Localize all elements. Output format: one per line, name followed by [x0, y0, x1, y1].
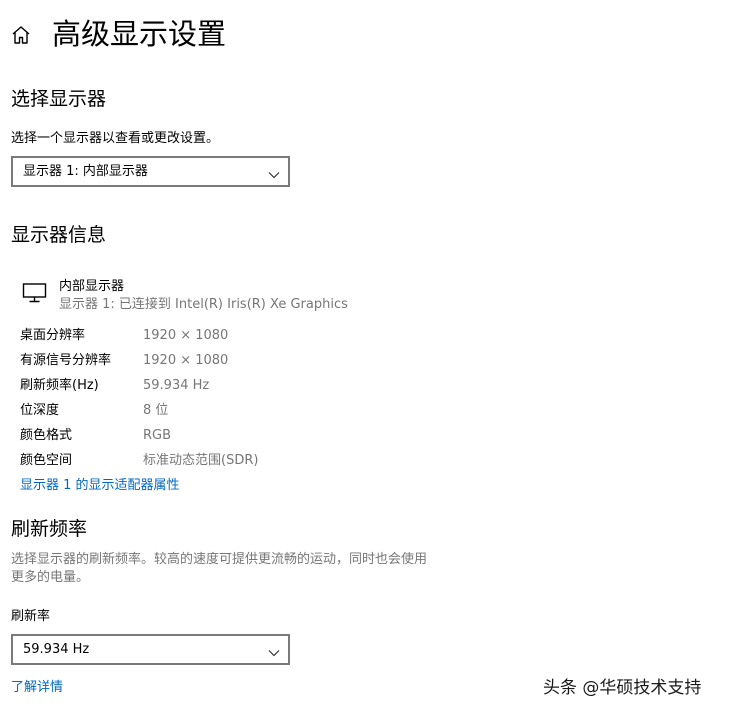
- refresh-rate-value: 59.934 Hz: [23, 642, 90, 657]
- chevron-down-icon: [268, 166, 280, 179]
- info-label-bit-depth: 位深度: [20, 403, 60, 418]
- info-value-desktop-resolution: 1920 × 1080: [143, 328, 229, 343]
- display-adapter-properties-link[interactable]: 显示器 1 的显示适配器属性: [20, 477, 180, 495]
- info-value-refresh-rate: 59.934 Hz: [143, 378, 210, 393]
- info-label-refresh-rate: 刷新频率(Hz): [20, 378, 99, 393]
- refresh-rate-field-label: 刷新率: [11, 609, 51, 624]
- info-label-color-format: 颜色格式: [20, 428, 73, 443]
- monitor-detail: 显示器 1: 已连接到 Intel(R) Iris(R) Xe Graphics: [59, 297, 348, 312]
- info-value-color-space: 标准动态范围(SDR): [143, 453, 259, 468]
- refresh-rate-dropdown[interactable]: 59.934 Hz: [11, 634, 290, 665]
- info-label-active-signal-resolution: 有源信号分辨率: [20, 353, 112, 368]
- chevron-down-icon: [268, 644, 280, 657]
- info-label-desktop-resolution: 桌面分辨率: [20, 328, 86, 343]
- display-select-dropdown[interactable]: 显示器 1: 内部显示器: [11, 156, 290, 187]
- monitor-icon: [22, 282, 48, 304]
- refresh-rate-description-line2: 更多的电量。: [11, 570, 90, 585]
- info-value-color-format: RGB: [143, 428, 172, 443]
- display-info-heading: 显示器信息: [11, 224, 107, 246]
- home-icon[interactable]: [10, 24, 32, 46]
- info-value-active-signal-resolution: 1920 × 1080: [143, 353, 229, 368]
- monitor-name: 内部显示器: [59, 279, 125, 294]
- refresh-rate-heading: 刷新频率: [11, 518, 88, 540]
- watermark-text: 头条 @华硕技术支持: [543, 678, 702, 698]
- select-display-description: 选择一个显示器以查看或更改设置。: [11, 131, 220, 146]
- refresh-rate-description-line1: 选择显示器的刷新频率。较高的速度可提供更流畅的运动，同时也会使用: [11, 552, 428, 567]
- info-label-color-space: 颜色空间: [20, 453, 73, 468]
- learn-more-link[interactable]: 了解详情: [11, 679, 63, 697]
- page-title: 高级显示设置: [52, 17, 227, 51]
- display-select-value: 显示器 1: 内部显示器: [23, 164, 148, 179]
- select-display-heading: 选择显示器: [11, 88, 107, 110]
- info-value-bit-depth: 8 位: [143, 403, 169, 418]
